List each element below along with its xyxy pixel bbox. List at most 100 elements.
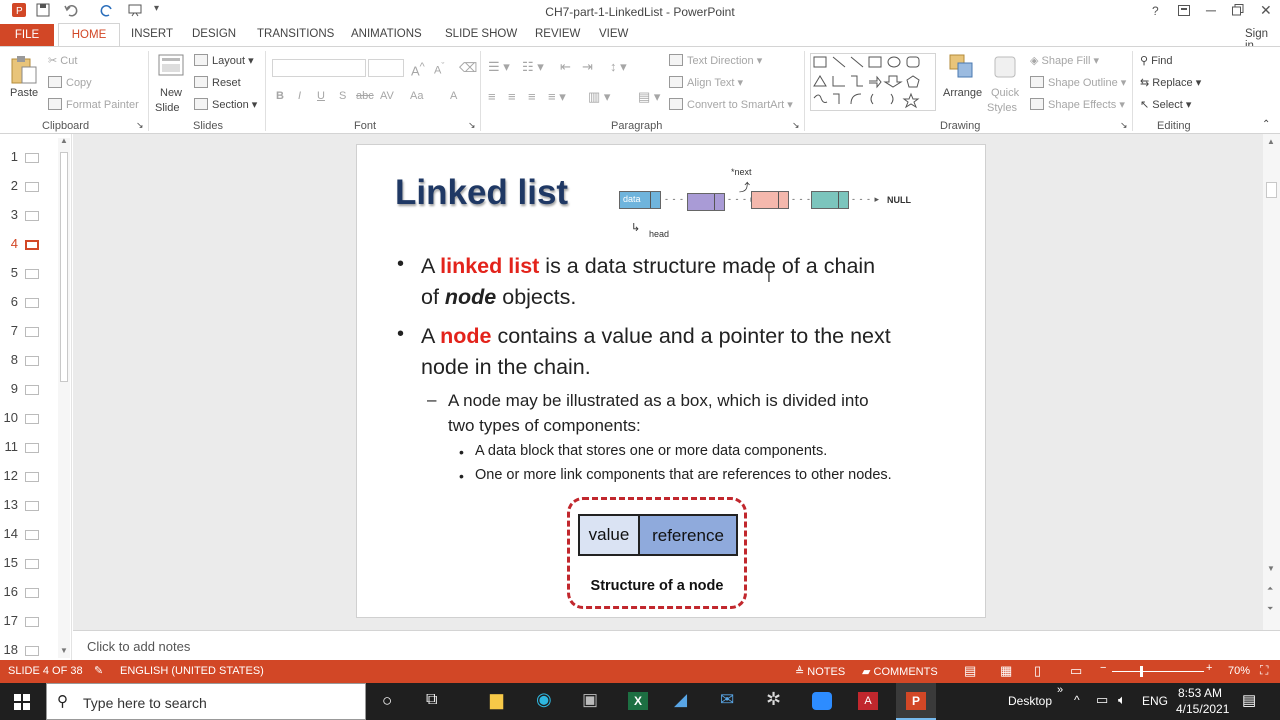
font-size-dropdown[interactable] xyxy=(368,59,404,77)
zoom-slider[interactable] xyxy=(1112,671,1204,672)
underline-button[interactable]: U xyxy=(317,90,325,102)
find-button[interactable]: ⚲ Find xyxy=(1140,54,1173,67)
italic-button[interactable]: I xyxy=(298,90,301,102)
scroll-up-icon[interactable]: ▲ xyxy=(1267,137,1275,146)
thumbnail-slide-17[interactable]: 17 xyxy=(0,613,58,633)
restore-button[interactable] xyxy=(1232,3,1244,19)
thumbnail-slide-10[interactable]: 10 xyxy=(0,410,58,430)
text-direction-button[interactable]: Text Direction ▾ xyxy=(669,54,762,67)
font-color-button[interactable]: A xyxy=(450,90,457,102)
excel-icon[interactable]: X xyxy=(628,692,648,710)
font-name-dropdown[interactable] xyxy=(272,59,366,77)
powerpoint-taskbar-button[interactable]: P xyxy=(896,683,936,720)
quick-styles-label-1[interactable]: Quick xyxy=(991,87,1019,99)
scrollbar-thumb[interactable] xyxy=(1266,182,1277,198)
thumbnail-slide-9[interactable]: 9 xyxy=(0,381,58,401)
notes-pane[interactable]: Click to add notes xyxy=(73,630,1280,660)
shape-fill-button[interactable]: ◈ Shape Fill ▾ xyxy=(1030,54,1099,67)
paragraph-launcher-icon[interactable]: ↘ xyxy=(792,120,800,131)
sub-bullet-node-box[interactable]: A node may be illustrated as a box, whic… xyxy=(448,388,968,438)
align-right-icon[interactable]: ≡ xyxy=(528,89,536,104)
thumbnail-slide-5[interactable]: 5 xyxy=(0,265,58,285)
linked-list-diagram[interactable]: *next ⤴ data - - - ▸ - - - ▸ - - - ▸ - -… xyxy=(615,163,925,243)
notes-button[interactable]: ≜ NOTES xyxy=(795,665,845,678)
store-icon[interactable]: ▣ xyxy=(582,690,598,710)
comments-button[interactable]: ▰ COMMENTS xyxy=(862,665,938,678)
normal-view-icon[interactable]: ▤ xyxy=(964,663,976,679)
thumbnail-slide-12[interactable]: 12 xyxy=(0,468,58,488)
desktop-toolbar[interactable]: Desktop xyxy=(1008,694,1052,708)
edge-icon[interactable]: ◉ xyxy=(536,689,552,710)
align-left-icon[interactable]: ≡ xyxy=(488,89,496,104)
clipboard-launcher-icon[interactable]: ↘ xyxy=(136,120,144,131)
layout-button[interactable]: Layout ▾ xyxy=(194,54,254,67)
cortana-icon[interactable]: ○ xyxy=(382,691,392,711)
thumbnail-slide-14[interactable]: 14 xyxy=(0,526,58,546)
slide-canvas[interactable]: Linked list *next ⤴ data - - - ▸ - - - ▸… xyxy=(356,144,986,618)
clock-date[interactable]: 4/15/2021 xyxy=(1176,702,1229,716)
bullet-node[interactable]: A node contains a value and a pointer to… xyxy=(421,321,971,383)
shape-effects-button[interactable]: Shape Effects ▾ xyxy=(1030,98,1125,111)
next-slide-icon[interactable]: ⏷ xyxy=(1267,604,1273,614)
sub-sub-bullet-data-block[interactable]: A data block that stores one or more dat… xyxy=(475,443,827,459)
task-view-icon[interactable]: ⧉ xyxy=(426,691,437,709)
help-button[interactable]: ? xyxy=(1152,4,1159,18)
volume-icon[interactable]: 🔈︎ xyxy=(1118,692,1126,708)
clear-formatting-icon[interactable]: ⌫ xyxy=(459,60,477,76)
slide-show-icon[interactable]: ▭ xyxy=(1070,663,1082,679)
acrobat-icon[interactable]: A xyxy=(858,692,878,710)
file-explorer-icon[interactable]: ▆ xyxy=(490,690,503,710)
tab-home[interactable]: HOME xyxy=(58,23,120,46)
show-hidden-icons[interactable]: ^ xyxy=(1074,693,1080,707)
thumbnail-slide-4[interactable]: 4 xyxy=(0,236,58,256)
thumbnail-slide-1[interactable]: 1 xyxy=(0,149,58,169)
new-slide-label-1[interactable]: New xyxy=(160,87,182,99)
notifications-icon[interactable]: ▤ xyxy=(1242,691,1256,709)
windows-start-icon[interactable] xyxy=(14,694,30,713)
thumbnail-slide-8[interactable]: 8 xyxy=(0,352,58,372)
zoom-level[interactable]: 70% xyxy=(1228,665,1250,677)
copy-button[interactable]: Copy xyxy=(48,76,92,89)
paste-icon[interactable] xyxy=(10,55,38,85)
scrollbar-thumb[interactable] xyxy=(60,152,68,382)
bullets-icon[interactable]: ☰ ▾ xyxy=(488,59,510,75)
slide-scrollbar[interactable]: ▲ ▼ ⏶ ⏷ xyxy=(1263,134,1280,630)
app-icon[interactable]: ◢ xyxy=(674,690,687,710)
thumbnail-slide-2[interactable]: 2 xyxy=(0,178,58,198)
thumbnail-slide-16[interactable]: 16 xyxy=(0,584,58,604)
language-indicator-taskbar[interactable]: ENG xyxy=(1142,694,1168,708)
zoom-in-button[interactable]: + xyxy=(1206,662,1212,674)
mail-icon[interactable]: ✉ xyxy=(720,690,734,710)
language-indicator[interactable]: ENGLISH (UNITED STATES) xyxy=(120,665,264,677)
align-text-button[interactable]: Align Text ▾ xyxy=(669,76,743,89)
toolbar-expand-icon[interactable]: » xyxy=(1057,684,1063,696)
character-spacing-button[interactable]: AV xyxy=(380,90,394,102)
node-structure-box[interactable]: value reference Structure of a node xyxy=(567,497,747,609)
battery-icon[interactable]: ▭ xyxy=(1096,692,1108,708)
ribbon-display-options-icon[interactable] xyxy=(1178,4,1190,20)
select-button[interactable]: ↖ Select ▾ xyxy=(1140,98,1191,111)
collapse-ribbon-icon[interactable]: ⌃ xyxy=(1262,119,1270,130)
taskbar-search-box[interactable]: ⚲ Type here to search xyxy=(46,683,366,720)
justify-icon[interactable]: ≡ ▾ xyxy=(548,89,566,105)
scroll-up-icon[interactable]: ▲ xyxy=(60,136,68,145)
shadow-button[interactable]: S xyxy=(339,90,346,102)
tab-review[interactable]: REVIEW xyxy=(535,28,580,40)
thumbnail-slide-3[interactable]: 3 xyxy=(0,207,58,227)
decrease-indent-icon[interactable]: ⇤ xyxy=(560,59,571,75)
line-spacing-icon[interactable]: ↕ ▾ xyxy=(610,59,627,75)
settings-icon[interactable]: ✲ xyxy=(766,689,781,710)
thumbnail-scrollbar[interactable]: ▲ ▼ xyxy=(58,136,70,658)
fit-slide-icon[interactable]: ⛶ xyxy=(1260,663,1268,678)
scroll-down-icon[interactable]: ▼ xyxy=(1267,564,1275,573)
convert-smartart-button[interactable]: Convert to SmartArt ▾ xyxy=(669,98,793,111)
section-button[interactable]: Section ▾ xyxy=(194,98,257,111)
minimize-button[interactable]: ─ xyxy=(1206,2,1216,18)
thumbnail-slide-13[interactable]: 13 xyxy=(0,497,58,517)
thumbnail-slide-11[interactable]: 11 xyxy=(0,439,58,459)
close-button[interactable]: ✕ xyxy=(1260,2,1272,19)
tab-design[interactable]: DESIGN xyxy=(192,28,236,40)
clear-all-icon[interactable]: ▤ ▾ xyxy=(638,89,660,105)
quick-styles-icon[interactable] xyxy=(991,53,1019,81)
arrange-icon[interactable] xyxy=(948,53,976,81)
